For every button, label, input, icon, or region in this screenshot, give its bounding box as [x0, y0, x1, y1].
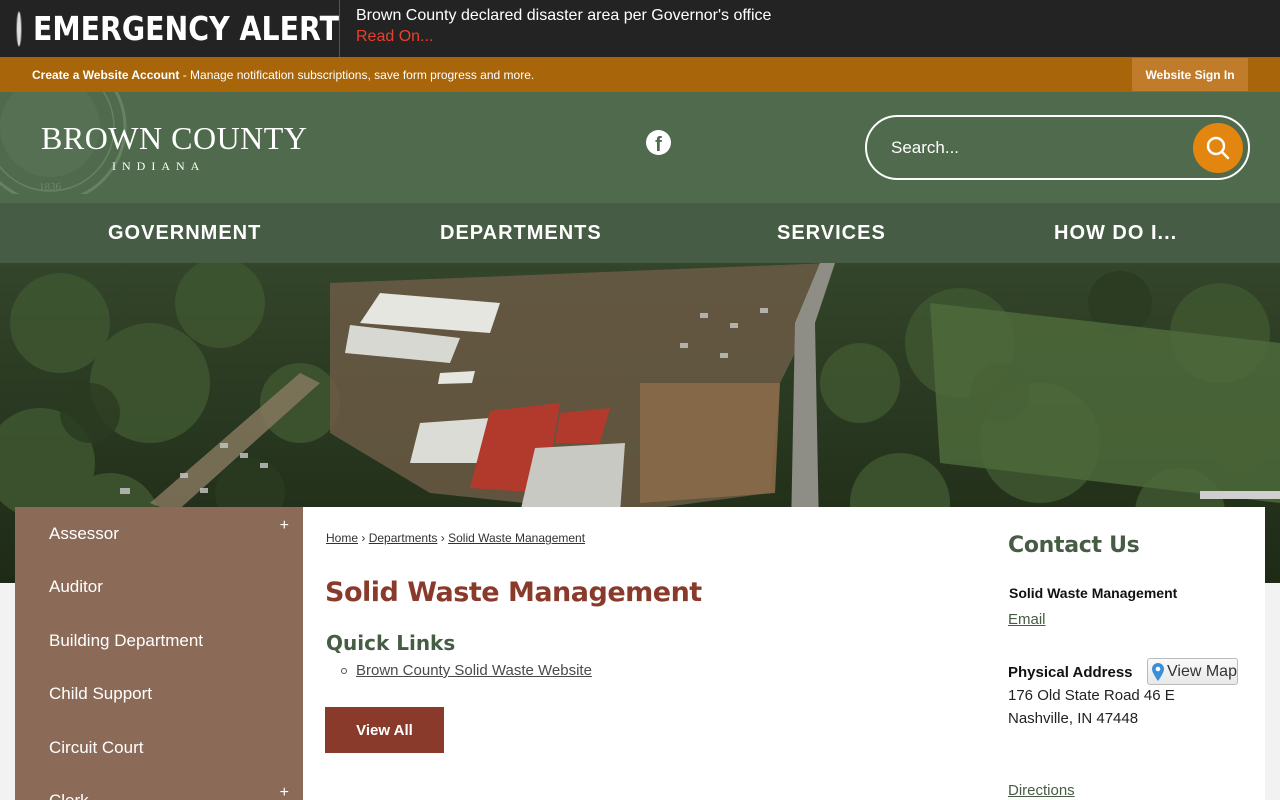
- alert-content: Brown County declared disaster area per …: [340, 0, 771, 57]
- quick-link-solid-waste-website[interactable]: Brown County Solid Waste Website: [356, 662, 592, 679]
- physical-address-label: Physical Address: [1008, 664, 1133, 681]
- alert-title: EMERGENCY ALERT: [33, 9, 339, 48]
- contact-us-title: Contact Us: [1008, 533, 1140, 558]
- sidebar-item-label: Circuit Court: [49, 737, 144, 757]
- search-input[interactable]: [891, 131, 1181, 165]
- sidebar-item-label: Building Department: [49, 630, 204, 650]
- alert-heading: EMERGENCY ALERT: [0, 0, 340, 57]
- sidebar-item-assessor[interactable]: Assessor +: [15, 507, 303, 560]
- logo-title[interactable]: BROWN COUNTY: [41, 120, 307, 157]
- site-header: 1836 BROWN COUNTY INDIANA f: [0, 92, 1280, 203]
- logo-subtitle: INDIANA: [112, 159, 206, 173]
- create-account-link[interactable]: Create a Website Account: [32, 68, 179, 82]
- expand-plus-icon[interactable]: +: [280, 517, 289, 535]
- search-button[interactable]: [1193, 123, 1243, 173]
- map-pin-icon: [1152, 662, 1164, 681]
- sidebar-item-child-support[interactable]: Child Support: [15, 667, 303, 720]
- department-sidebar: Assessor + Auditor Building Department C…: [15, 507, 303, 800]
- nav-services[interactable]: SERVICES: [777, 203, 886, 263]
- quick-links-title: Quick Links: [326, 631, 456, 655]
- svg-text:1836: 1836: [39, 181, 62, 193]
- contact-department: Solid Waste Management: [1009, 585, 1178, 601]
- main-nav: GOVERNMENT DEPARTMENTS SERVICES HOW DO I…: [0, 203, 1280, 263]
- website-sign-in-button[interactable]: Website Sign In: [1132, 58, 1248, 91]
- expand-plus-icon[interactable]: +: [280, 784, 289, 800]
- address-line-2: Nashville, IN 47448: [1008, 710, 1139, 727]
- account-text: Create a Website Account - Manage notifi…: [32, 68, 534, 82]
- main-content: Home › Departments › Solid Waste Managem…: [303, 507, 1265, 800]
- sidebar-item-label: Assessor: [49, 523, 119, 543]
- breadcrumb-home[interactable]: Home: [326, 531, 358, 545]
- emergency-alert-bar: EMERGENCY ALERT Brown County declared di…: [0, 0, 1280, 57]
- nav-how-do-i[interactable]: HOW DO I...: [1054, 203, 1177, 263]
- sidebar-item-label: Child Support: [49, 683, 153, 703]
- quick-links-list: Brown County Solid Waste Website: [341, 662, 592, 679]
- breadcrumb-separator: ›: [440, 531, 445, 545]
- breadcrumb-current[interactable]: Solid Waste Management: [448, 531, 585, 545]
- breadcrumb-separator: ›: [361, 531, 366, 545]
- bullet-icon: [341, 668, 347, 675]
- view-map-label: View Map: [1167, 662, 1237, 680]
- page-title: Solid Waste Management: [325, 577, 702, 608]
- alert-read-on-link[interactable]: Read On...: [356, 26, 433, 48]
- sidebar-item-auditor[interactable]: Auditor: [15, 560, 303, 613]
- breadcrumb: Home › Departments › Solid Waste Managem…: [326, 531, 585, 545]
- search-icon: [1206, 136, 1230, 160]
- alert-light-icon: [17, 11, 21, 46]
- sidebar-item-building-department[interactable]: Building Department: [15, 614, 303, 667]
- address-line-1: 176 Old State Road 46 E: [1008, 687, 1175, 704]
- view-map-button[interactable]: View Map: [1147, 658, 1238, 685]
- list-item: Brown County Solid Waste Website: [341, 662, 592, 679]
- nav-government[interactable]: GOVERNMENT: [108, 203, 261, 263]
- sidebar-item-clerk[interactable]: Clerk +: [15, 774, 303, 800]
- contact-email-link[interactable]: Email: [1008, 611, 1046, 628]
- account-bar: Create a Website Account - Manage notifi…: [0, 57, 1280, 92]
- directions-link[interactable]: Directions: [1008, 782, 1075, 799]
- sidebar-item-label: Clerk: [49, 790, 89, 800]
- sidebar-item-label: Auditor: [49, 576, 103, 596]
- account-description: - Manage notification subscriptions, sav…: [179, 67, 535, 82]
- sidebar-item-circuit-court[interactable]: Circuit Court: [15, 721, 303, 774]
- nav-departments[interactable]: DEPARTMENTS: [440, 203, 602, 263]
- view-all-button[interactable]: View All: [325, 707, 444, 753]
- facebook-icon[interactable]: f: [646, 130, 671, 155]
- breadcrumb-departments[interactable]: Departments: [369, 531, 438, 545]
- alert-message: Brown County declared disaster area per …: [356, 7, 772, 24]
- search-box: [865, 115, 1250, 180]
